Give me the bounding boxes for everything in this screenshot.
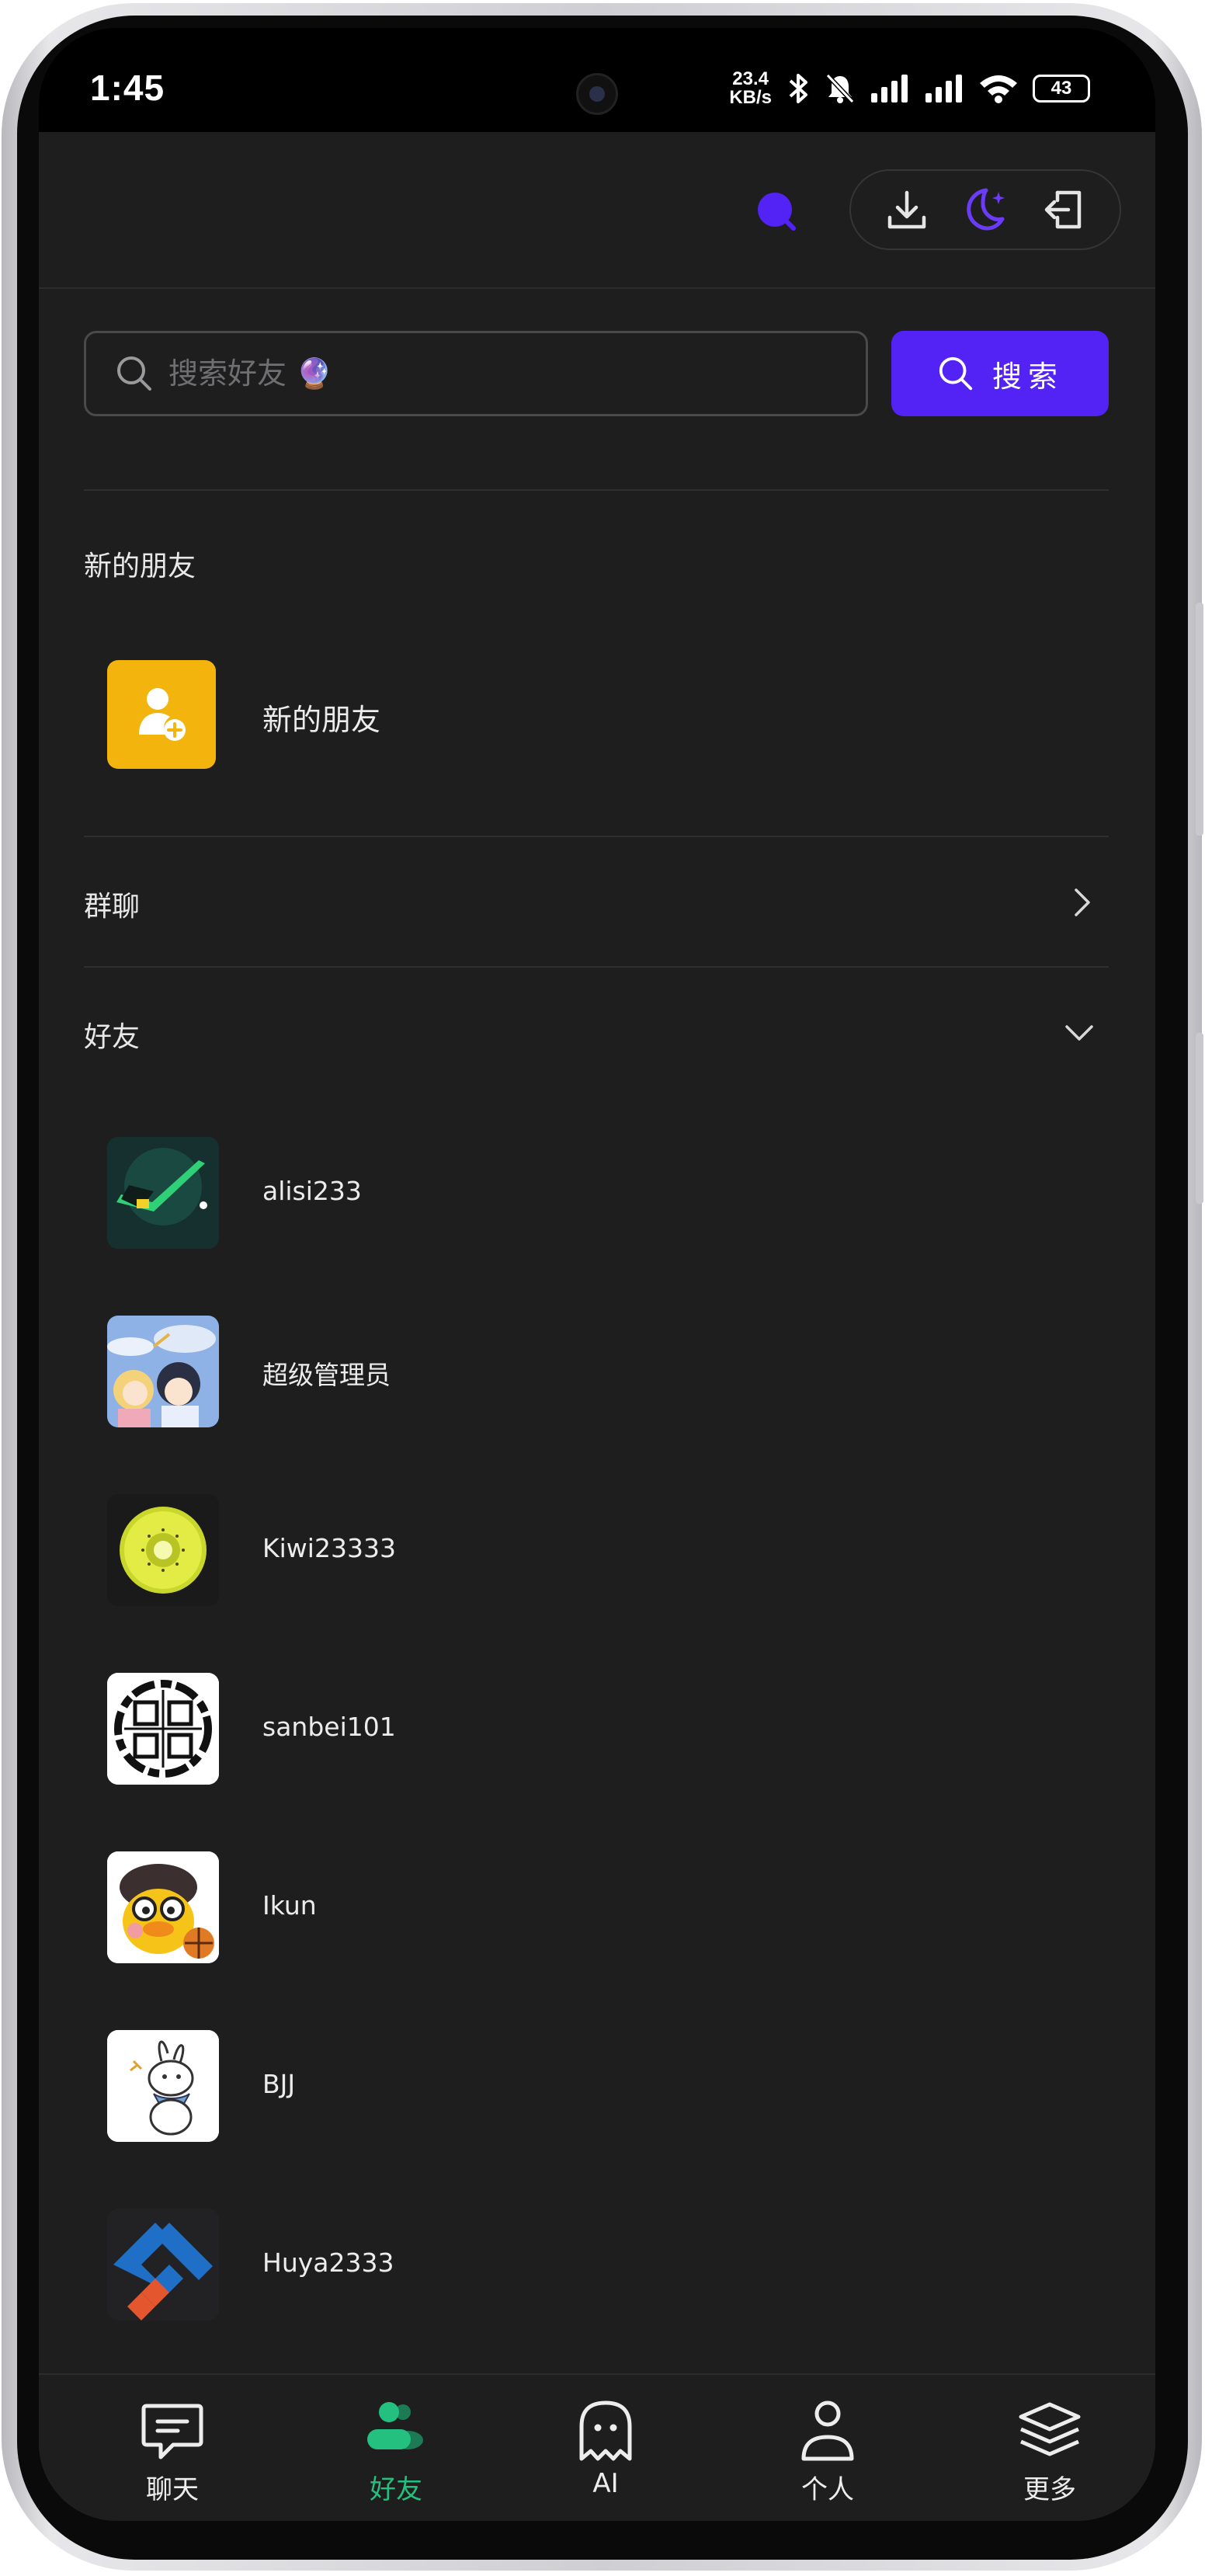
- group-chat-title: 群聊: [84, 891, 141, 923]
- chat-bubble-icon: [141, 2404, 203, 2460]
- wifi-icon: [980, 75, 1017, 103]
- layers-icon: [1019, 2402, 1081, 2456]
- friend-item[interactable]: BJJ: [84, 1996, 1109, 2174]
- avatar: [107, 1137, 219, 1249]
- add-friend-avatar: [107, 660, 216, 769]
- ghost-icon: [579, 2400, 632, 2461]
- friend-name: 超级管理员: [262, 1360, 391, 1390]
- toolbar-actions: [849, 169, 1121, 250]
- battery-level: 43: [1050, 78, 1072, 99]
- friend-item[interactable]: sanbei101: [84, 1639, 1109, 1817]
- nav-ai[interactable]: AI: [536, 2395, 675, 2499]
- friend-item[interactable]: Ikun: [84, 1817, 1109, 1996]
- friend-name: alisi233: [262, 1176, 362, 1206]
- nav-profile[interactable]: 个人: [758, 2395, 898, 2506]
- blue-logo-avatar: [107, 2209, 219, 2320]
- search-input[interactable]: [167, 356, 807, 391]
- nav-more[interactable]: 更多: [980, 2395, 1120, 2506]
- search-blob-icon[interactable]: [756, 191, 797, 231]
- download-button[interactable]: [881, 184, 932, 235]
- avatar: [107, 2030, 219, 2142]
- add-user-icon: [139, 688, 186, 741]
- friend-item[interactable]: alisi233: [84, 1103, 1109, 1281]
- mute-bell-icon: [825, 73, 855, 104]
- duck-basketball-avatar: [107, 1851, 219, 1963]
- anime-couple-avatar: [107, 1316, 219, 1427]
- kiwi-fruit-avatar: [107, 1494, 219, 1606]
- avatar: [107, 1494, 219, 1606]
- new-friends-item-label: 新的朋友: [262, 703, 381, 737]
- new-friends-item[interactable]: 新的朋友: [84, 637, 1109, 792]
- top-toolbar: [39, 132, 1155, 289]
- chevron-right-icon: [1075, 888, 1090, 916]
- nav-more-label: 更多: [1023, 2474, 1076, 2505]
- search-button[interactable]: 搜索: [891, 331, 1109, 416]
- bunny-sketch-avatar: [107, 2030, 219, 2142]
- friends-icon: [367, 2402, 423, 2449]
- group-chat-row[interactable]: 群聊: [84, 837, 1109, 966]
- dark-mode-moon-icon: [967, 188, 1005, 231]
- volume-button: [1196, 603, 1203, 836]
- logout-button[interactable]: [1038, 184, 1089, 235]
- friend-name: Ikun: [262, 1890, 317, 1921]
- friend-name: Huya2333: [262, 2247, 394, 2278]
- network-speed-value: 23.4: [732, 68, 769, 89]
- bluetooth-icon: [789, 74, 807, 103]
- friends-section-title: 好友: [84, 1021, 141, 1053]
- logout-icon: [1044, 190, 1081, 229]
- new-friends-section-title: 新的朋友: [84, 551, 196, 582]
- person-icon: [801, 2400, 854, 2461]
- app-root: 搜索 新的朋友 新的朋友 群聊 好友: [39, 132, 1155, 2521]
- friends-section-header[interactable]: 好友: [84, 968, 1109, 1097]
- friend-name: BJJ: [262, 2069, 296, 2099]
- search-icon: [939, 356, 973, 391]
- avatar: [107, 1673, 219, 1785]
- nav-chat[interactable]: 聊天: [102, 2395, 242, 2506]
- nav-ai-label: AI: [592, 2468, 619, 2499]
- friend-item[interactable]: 超级管理员: [84, 1281, 1109, 1460]
- status-bar: 1:45 23.4 KB/s 43: [39, 28, 1155, 132]
- nav-friends[interactable]: 好友: [326, 2395, 466, 2506]
- camera-icon: [576, 73, 618, 115]
- friend-item[interactable]: Kiwi23333: [84, 1460, 1109, 1639]
- search-row: 搜索: [84, 331, 1109, 416]
- dark-mode-toggle[interactable]: [960, 184, 1011, 235]
- network-speed-unit: KB/s: [729, 87, 772, 108]
- chinese-seal-avatar: [107, 1673, 219, 1785]
- network-speed: 23.4 KB/s: [729, 70, 772, 107]
- status-icons: 23.4 KB/s 43: [729, 70, 1090, 107]
- friend-item[interactable]: Huya2333: [84, 2174, 1109, 2353]
- battery-icon: 43: [1033, 75, 1090, 103]
- avatar: [107, 2209, 219, 2320]
- signal-icon: [871, 75, 908, 103]
- friend-name: sanbei101: [262, 1712, 396, 1742]
- status-time: 1:45: [90, 68, 165, 108]
- avatar: [107, 1851, 219, 1963]
- search-field[interactable]: [84, 331, 868, 416]
- avatar: [107, 1316, 219, 1427]
- divider: [84, 489, 1109, 491]
- nav-chat-label: 聊天: [146, 2474, 199, 2505]
- friend-list: alisi233 超级管理员 Kiwi23333 sanbei101 Ikun …: [84, 1103, 1109, 2369]
- nav-friends-label: 好友: [370, 2474, 422, 2505]
- search-button-label: 搜索: [991, 359, 1064, 394]
- search-icon: [117, 356, 151, 391]
- signal-icon: [925, 75, 962, 103]
- nav-profile-label: 个人: [801, 2474, 854, 2505]
- chevron-down-icon: [1065, 1025, 1093, 1041]
- download-icon: [888, 190, 926, 229]
- power-button: [1196, 1033, 1203, 1204]
- phone-screen: 1:45 23.4 KB/s 43 搜索好友 🔮 搜索 新的朋友 新的朋友 群聊…: [39, 28, 1155, 2521]
- green-arrow-avatar: [107, 1137, 219, 1249]
- bottom-nav: 聊天 好友 AI 个人 更多: [39, 2373, 1155, 2521]
- friend-name: Kiwi23333: [262, 1533, 396, 1563]
